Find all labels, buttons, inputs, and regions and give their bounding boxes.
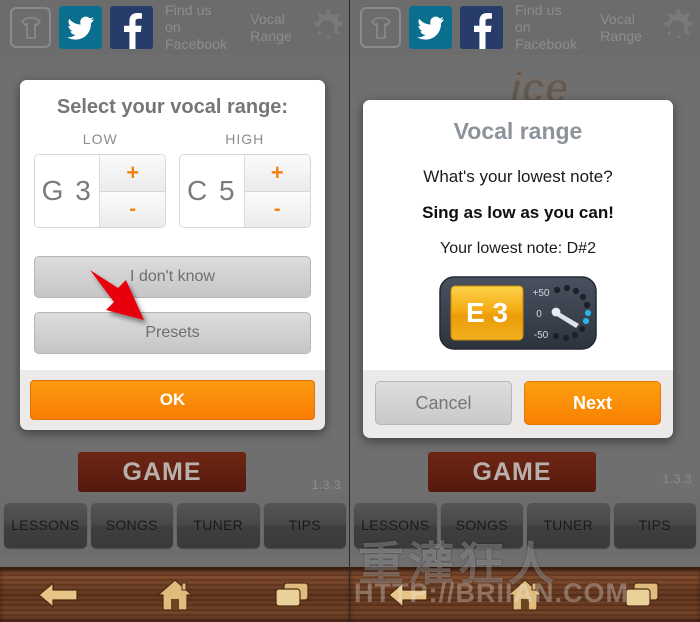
- presets-button[interactable]: Presets: [34, 312, 311, 354]
- background-game-button-right: GAME: [428, 452, 596, 492]
- low-range-group: LOW G 3 + -: [34, 131, 167, 228]
- bottom-tabbar-left: LESSONS SONGS TUNER TIPS: [0, 495, 349, 555]
- high-note-value: C 5: [179, 155, 244, 227]
- tshirt-glyph: [20, 16, 41, 39]
- detected-note-text: Your lowest note: D#2: [440, 240, 596, 257]
- low-stepper: G 3 + -: [34, 154, 167, 228]
- tab-tuner-right[interactable]: TUNER: [527, 502, 610, 548]
- tuner-display: E 3 +50 0 -50: [439, 276, 597, 350]
- question-text: What's your lowest note?: [423, 167, 613, 186]
- version-label-left: 1.3.3: [311, 478, 341, 492]
- dialog-footer: OK: [20, 370, 325, 430]
- recent-apps-icon-right: [625, 581, 659, 607]
- facebook-icon[interactable]: [110, 6, 153, 49]
- back-arrow-icon: [38, 581, 78, 608]
- tshirt-icon-right[interactable]: [360, 7, 401, 48]
- screenshot-stage: GAME 1.3.3 Find us on Facebook Vocal Ran…: [0, 0, 700, 622]
- tshirt-glyph-right: [370, 16, 391, 39]
- android-navbar-left: [0, 555, 349, 622]
- low-caption: LOW: [82, 131, 118, 147]
- nav-home-button-right[interactable]: [467, 578, 584, 612]
- recent-apps-icon: [275, 581, 309, 607]
- gear-icon-right: [664, 9, 693, 38]
- app-header-left: Find us on Facebook Vocal Range: [0, 0, 349, 55]
- home-icon: [157, 578, 193, 611]
- gear-icon: [314, 9, 343, 38]
- low-note-value: G 3: [35, 155, 100, 227]
- dialog-body: Select your vocal range: LOW G 3 + - HIG…: [20, 80, 325, 370]
- vocal-range-select-dialog: Select your vocal range: LOW G 3 + - HIG…: [20, 80, 325, 430]
- tab-songs[interactable]: SONGS: [90, 502, 173, 548]
- high-plus-button[interactable]: +: [244, 155, 310, 191]
- nav-back-button[interactable]: [0, 580, 117, 610]
- home-icon-right: [507, 578, 543, 611]
- settings-button[interactable]: [304, 5, 349, 51]
- twitter-icon[interactable]: [59, 6, 102, 49]
- high-minus-button[interactable]: -: [244, 190, 310, 227]
- tshirt-icon[interactable]: [10, 7, 51, 48]
- scale-top-label: +50: [533, 288, 550, 299]
- background-game-button: GAME: [78, 452, 246, 492]
- facebook-f-glyph-right: [473, 13, 492, 49]
- tuner-note-value: E 3: [466, 297, 508, 328]
- ok-button[interactable]: OK: [30, 380, 315, 420]
- next-button[interactable]: Next: [524, 381, 661, 425]
- app-header-right: Find us on Facebook Vocal Range: [350, 0, 700, 55]
- instruction-text: Sing as low as you can!: [422, 203, 614, 222]
- dont-know-button[interactable]: I don't know: [34, 256, 311, 298]
- vocal-range-label[interactable]: Vocal Range: [250, 11, 292, 45]
- range-steppers: LOW G 3 + - HIGH C 5 + -: [20, 131, 325, 228]
- tuner-widget: E 3 +50 0 -50: [363, 270, 673, 370]
- vocal-range-label-right[interactable]: Vocal Range: [600, 11, 642, 45]
- lowest-note-dialog: Vocal range What's your lowest note? Sin…: [363, 100, 673, 438]
- nav-recents-button-right[interactable]: [583, 579, 700, 611]
- right-screen: ice GAME 1.3.3 Find us on Facebook Vocal…: [350, 0, 700, 622]
- tab-tips[interactable]: TIPS: [263, 502, 346, 548]
- version-label-right: 1.3.3: [662, 472, 692, 486]
- high-range-group: HIGH C 5 + -: [178, 131, 311, 228]
- nav-home-button[interactable]: [117, 578, 234, 612]
- twitter-bird-glyph: [66, 16, 94, 40]
- twitter-icon-right[interactable]: [409, 6, 452, 49]
- facebook-label-right[interactable]: Find us on Facebook: [515, 2, 580, 53]
- nav-back-button-right[interactable]: [350, 580, 467, 610]
- left-screen: GAME 1.3.3 Find us on Facebook Vocal Ran…: [0, 0, 350, 622]
- tab-lessons-right[interactable]: LESSONS: [354, 502, 437, 548]
- tab-lessons[interactable]: LESSONS: [4, 502, 87, 548]
- low-minus-button[interactable]: -: [100, 190, 166, 227]
- scale-bottom-label: -50: [534, 330, 549, 341]
- back-arrow-icon-right: [388, 581, 428, 608]
- facebook-label[interactable]: Find us on Facebook: [165, 2, 230, 53]
- tab-tips-right[interactable]: TIPS: [613, 502, 696, 548]
- nav-recents-button[interactable]: [233, 579, 349, 611]
- facebook-icon-right[interactable]: [460, 6, 503, 49]
- scale-mid-label: 0: [536, 309, 542, 320]
- high-stepper: C 5 + -: [178, 154, 311, 228]
- high-caption: HIGH: [225, 131, 265, 147]
- dialog-body-right: Vocal range What's your lowest note? Sin…: [363, 100, 673, 370]
- dialog-title-right: Vocal range: [453, 118, 583, 144]
- bottom-tabbar-right: LESSONS SONGS TUNER TIPS: [350, 495, 700, 555]
- cancel-button[interactable]: Cancel: [375, 381, 512, 425]
- settings-button-right[interactable]: [654, 5, 700, 51]
- facebook-f-glyph: [123, 13, 142, 49]
- dialog-footer-right: Cancel Next: [363, 370, 673, 438]
- low-plus-button[interactable]: +: [100, 155, 166, 191]
- dialog-secondary-actions: I don't know Presets: [20, 228, 325, 370]
- tab-tuner[interactable]: TUNER: [177, 502, 260, 548]
- twitter-bird-glyph-right: [416, 16, 444, 40]
- tab-songs-right[interactable]: SONGS: [440, 502, 523, 548]
- android-navbar-right: [350, 555, 700, 622]
- dialog-title: Select your vocal range:: [56, 96, 289, 118]
